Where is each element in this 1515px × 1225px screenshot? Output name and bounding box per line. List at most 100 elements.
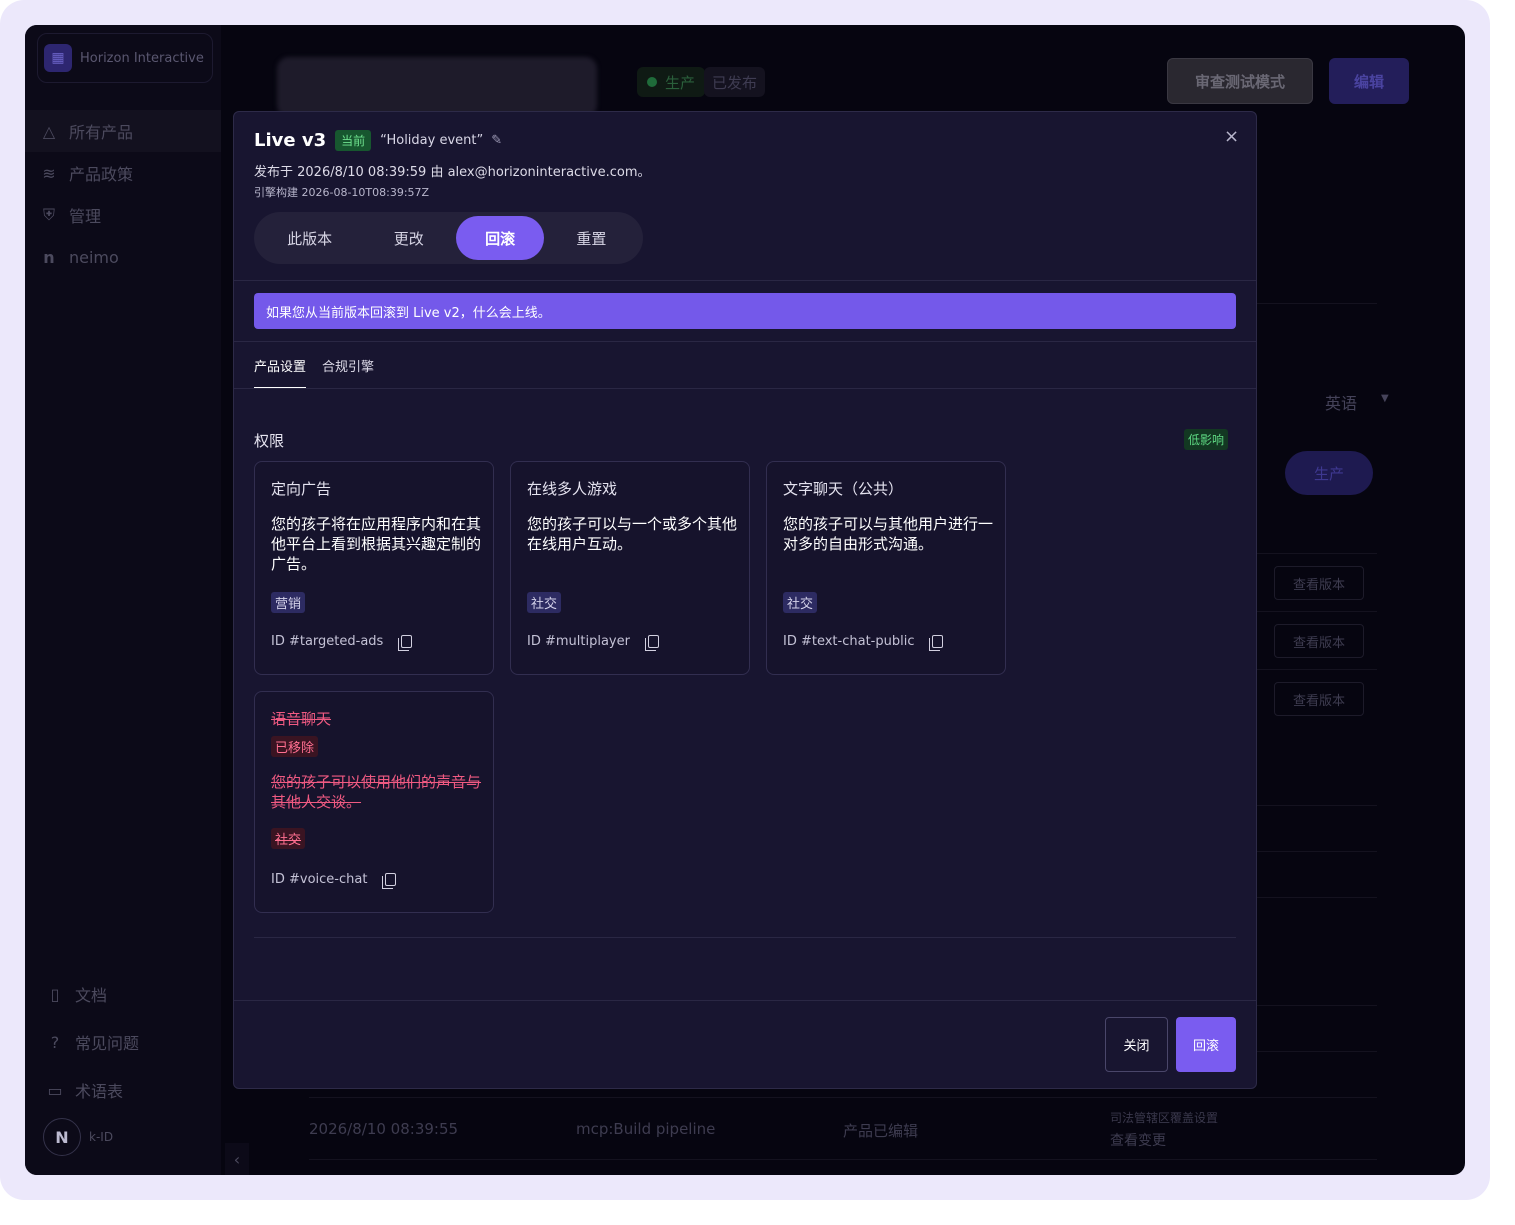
section-title: 权限 (254, 432, 285, 450)
sidebar-item-faq[interactable]: ? 常见问题 (43, 1018, 139, 1066)
card-id: ID #targeted-ads (271, 634, 413, 651)
segment-rollback[interactable]: 回滚 (456, 216, 544, 260)
user-menu[interactable]: N k-ID (43, 1118, 113, 1156)
sidebar-item-docs[interactable]: ▯ 文档 (43, 970, 139, 1018)
tab-compliance-engine[interactable]: 合规引擎 (322, 356, 374, 389)
view-version-button[interactable]: 查看版本 (1274, 682, 1364, 716)
building-icon: ▦ (44, 44, 72, 72)
sidebar-item-label: 常见问题 (75, 1034, 140, 1053)
shapes-icon: △ (42, 121, 56, 141)
permission-card-voice-chat-removed: 语音聊天 已移除 您的孩子可以使用他们的声音与其他人交谈。 社交 ID #voi… (254, 691, 494, 913)
sidebar-item-neimo[interactable]: n neimo (25, 236, 221, 278)
card-id-text: ID #multiplayer (527, 634, 630, 649)
sidebar-item-product-policy[interactable]: ≋ 产品政策 (25, 152, 221, 194)
review-test-mode-button[interactable]: 审查测试模式 (1167, 58, 1313, 104)
status-badge-published: 已发布 (704, 67, 766, 97)
org-switcher[interactable]: ▦ Horizon Interactive (37, 33, 213, 83)
sidebar-item-label: 管理 (69, 207, 102, 226)
card-id: ID #voice-chat (271, 872, 397, 889)
copy-icon[interactable] (644, 635, 659, 651)
production-pill[interactable]: 生产 (1285, 451, 1373, 495)
status-badge-production: 生产 (637, 67, 706, 97)
sidebar-item-label: neimo (69, 247, 119, 267)
document-icon: ▯ (50, 984, 60, 1004)
card-description: 您的孩子将在应用程序内和在其他平台上看到根据其兴趣定制的广告。 (271, 515, 482, 573)
sidebar: ▦ Horizon Interactive △ 所有产品 ≋ 产品政策 ⛨ 管理… (25, 25, 221, 1175)
event-name: “Holiday event” (380, 133, 484, 148)
card-description: 您的孩子可以使用他们的声音与其他人交谈。 (271, 773, 482, 811)
category-tag: 社交 (527, 592, 562, 613)
removed-badge: 已移除 (271, 736, 319, 757)
sidebar-item-admin[interactable]: ⛨ 管理 (25, 194, 221, 236)
category-tag: 社交 (783, 592, 818, 613)
sidebar-footer-nav: ▯ 文档 ? 常见问题 ▭ 术语表 (43, 970, 139, 1114)
divider (234, 341, 1256, 342)
rollback-button[interactable]: 回滚 (1176, 1017, 1236, 1072)
segment-changes[interactable]: 更改 (361, 216, 456, 260)
divider (309, 1159, 1377, 1160)
card-title: 在线多人游戏 (527, 480, 618, 498)
permission-card-text-chat-public: 文字聊天（公共） 您的孩子可以与其他用户进行一对多的自由形式沟通。 社交 ID … (766, 461, 1006, 675)
tab-product-settings[interactable]: 产品设置 (254, 356, 307, 389)
audit-timestamp: 2026/8/10 08:39:55 (309, 1120, 459, 1138)
sidebar-item-label: 文档 (75, 986, 108, 1005)
copy-icon[interactable] (929, 635, 944, 651)
engine-build: 引擎构建 2026-08-10T08:39:57Z (254, 186, 430, 199)
book-icon: ▭ (47, 1080, 63, 1100)
sidebar-item-label: 所有产品 (69, 123, 134, 142)
audit-event: 产品已编辑 (843, 1122, 919, 1140)
permission-card-multiplayer: 在线多人游戏 您的孩子可以与一个或多个其他在线用户互动。 社交 ID #mult… (510, 461, 750, 675)
org-name: Horizon Interactive (80, 50, 204, 66)
card-title: 定向广告 (271, 480, 332, 498)
audit-actor: mcp:Build pipeline (576, 1120, 716, 1138)
sidebar-item-all-products[interactable]: △ 所有产品 (25, 110, 221, 152)
letter-n-icon: n (43, 247, 55, 267)
modal-header: Live v3 当前 “Holiday event” ✎ (254, 130, 502, 151)
divider (234, 280, 1256, 281)
copy-icon[interactable] (382, 873, 397, 889)
card-id: ID #text-chat-public (783, 634, 944, 651)
sidebar-item-label: 术语表 (75, 1082, 124, 1101)
page-title-placeholder (277, 57, 597, 117)
view-version-button[interactable]: 查看版本 (1274, 624, 1364, 658)
category-tag: 营销 (271, 592, 306, 613)
view-version-button[interactable]: 查看版本 (1274, 566, 1364, 600)
avatar: N (43, 1118, 81, 1156)
segment-this-version[interactable]: 此版本 (258, 216, 361, 260)
view-changes-link[interactable]: 查看变更 (1110, 1130, 1166, 1150)
version-segmented-control: 此版本 更改 回滚 重置 (254, 212, 643, 264)
pencil-icon[interactable]: ✎ (491, 133, 502, 148)
impact-badge: 低影响 (1184, 429, 1229, 450)
sidebar-item-glossary[interactable]: ▭ 术语表 (43, 1066, 139, 1114)
rollback-info-banner: 如果您从当前版本回滚到 Live v2，什么会上线。 (254, 293, 1236, 329)
divider (234, 388, 1256, 389)
question-icon: ? (50, 1032, 60, 1052)
sidebar-item-label: 产品政策 (69, 165, 134, 184)
card-id-text: ID #voice-chat (271, 872, 368, 887)
caret-down-icon: ▼ (1381, 393, 1389, 404)
segment-reset[interactable]: 重置 (544, 216, 639, 260)
edit-button[interactable]: 编辑 (1329, 58, 1409, 104)
card-description: 您的孩子可以与其他用户进行一对多的自由形式沟通。 (783, 515, 994, 553)
divider (254, 937, 1236, 938)
layers-icon: ≋ (42, 163, 56, 183)
divider (309, 1097, 1377, 1098)
card-id: ID #multiplayer (527, 634, 659, 651)
sidebar-nav: △ 所有产品 ≋ 产品政策 ⛨ 管理 n neimo (25, 110, 221, 278)
modal-title: Live v3 (254, 130, 327, 151)
category-tag: 社交 (271, 828, 306, 849)
rollback-modal: Live v3 当前 “Holiday event” ✎ × 发布于 2026/… (233, 111, 1257, 1089)
publish-meta: 发布于 2026/8/10 08:39:59 由 alex@horizonint… (254, 165, 651, 180)
status-label: 生产 (665, 73, 696, 92)
close-button[interactable]: 关闭 (1105, 1017, 1168, 1072)
modal-tabs: 产品设置 合规引擎 (254, 356, 390, 389)
divider (234, 1000, 1256, 1001)
audit-detail: 司法管辖区覆盖设置 (1110, 1111, 1219, 1125)
language-select[interactable]: 英语 (1325, 390, 1357, 414)
copy-icon[interactable] (398, 635, 413, 651)
card-id-text: ID #targeted-ads (271, 634, 384, 649)
status-dot-icon (647, 77, 657, 87)
card-title: 文字聊天（公共） (783, 480, 904, 498)
close-icon[interactable]: × (1224, 126, 1239, 147)
current-badge: 当前 (335, 130, 372, 151)
